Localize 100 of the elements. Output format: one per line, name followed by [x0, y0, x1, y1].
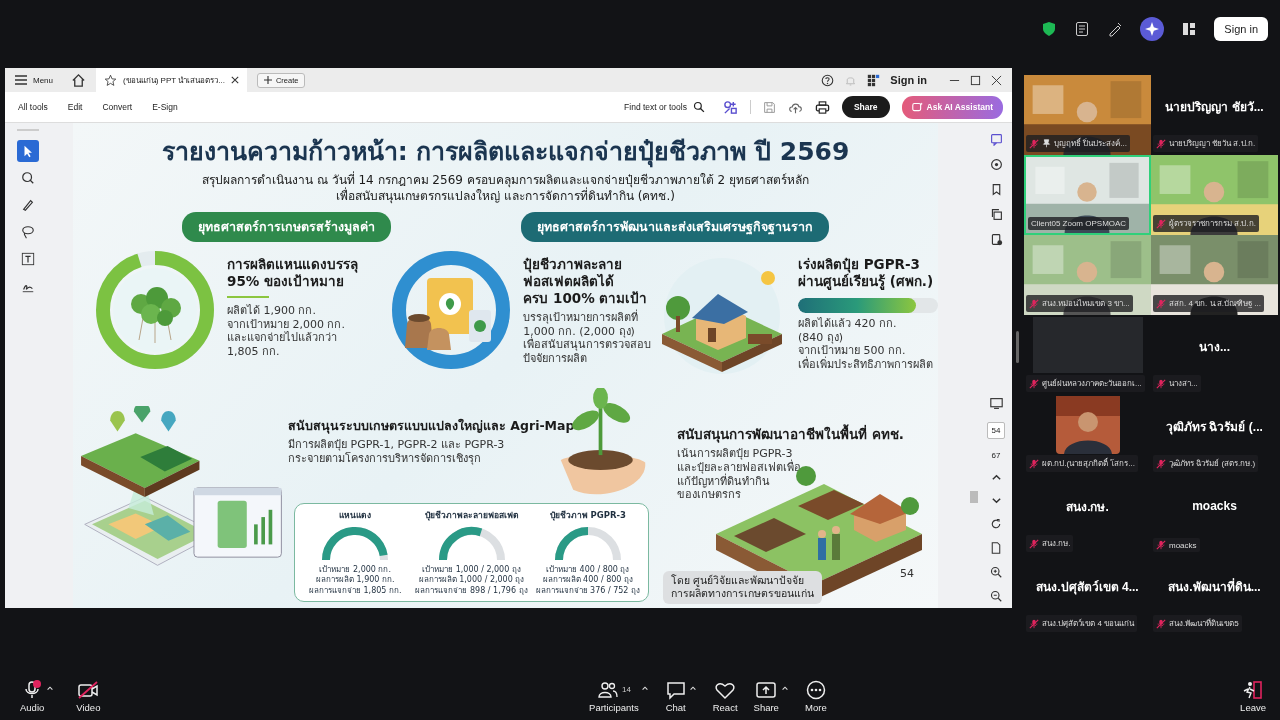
participant-label: moacks: [1169, 540, 1197, 550]
gauge-title: แหนแดง: [339, 508, 372, 522]
participant-name: สนง.พัฒนาที่ดิน...: [1168, 577, 1261, 596]
display-icon[interactable]: [989, 397, 1003, 410]
highlight-text: ผลิตได้แล้ว 420 กก. (840 ถุง) จากเป้าหมาย 500 กก. เพื่อเพิ่มประสิทธิภาพการผลิต: [798, 316, 934, 372]
help-icon[interactable]: [821, 73, 835, 87]
strategy-banner: ยุทธศาสตร์การเกษตรสร้างมูลค่า: [182, 212, 391, 243]
apps-icon[interactable]: [867, 73, 881, 87]
toolbar-menu-item[interactable]: Convert: [98, 102, 137, 112]
refresh-icon[interactable]: [990, 518, 1002, 530]
leave-button[interactable]: Leave: [1240, 679, 1266, 713]
page-count: 67: [991, 451, 1001, 460]
close-icon[interactable]: [991, 74, 1002, 86]
sign-in-button[interactable]: Sign in: [1214, 17, 1268, 41]
participant-label: นายปริญญา ชัยวัน ส.ป.ก.: [1169, 138, 1256, 150]
participant-tile[interactable]: สนง.หม่อนไหมเขต 3 ขา...: [1024, 235, 1151, 315]
text-box-icon: [21, 252, 35, 266]
chevron-up-icon[interactable]: [990, 472, 1002, 483]
search-icon: [21, 171, 35, 185]
plus-icon: [263, 76, 272, 84]
participant-count: 14: [621, 685, 631, 694]
highlight-heading: การผลิตแหนแดงบรรลุ 95% ของเป้าหมาย: [227, 256, 358, 290]
home-icon[interactable]: [71, 72, 86, 88]
participant-tile[interactable]: นาง... นางสา...: [1151, 315, 1278, 395]
participant-tile[interactable]: สนง.ปศุสัตว์เขต 4... สนง.ปศุสัตว์เขต 4 ขอนแก่น: [1024, 555, 1151, 635]
tools-icon[interactable]: [722, 99, 738, 115]
menu-button[interactable]: Menu: [15, 75, 53, 85]
participant-label: Client05 Zoom OPSMOAC: [1031, 219, 1127, 228]
highlight-heading: ปุ๋ยชีวภาพละลาย ฟอสเฟตผลิตได้ ครบ 100% ตามเป้า: [523, 256, 649, 307]
document-tab[interactable]: (ขอนแก่น) PPT นำเสนอตรว...: [96, 68, 247, 92]
copy-icon[interactable]: [989, 208, 1003, 221]
search-icon: [692, 101, 705, 113]
close-icon[interactable]: [230, 76, 239, 84]
participants-button[interactable]: 14 Participants: [589, 679, 639, 713]
chevron-down-icon[interactable]: [990, 495, 1002, 506]
highlight-heading: เร่งผลิตปุ๋ย PGPR-3 ผ่านศูนย์เรียนรู้ (ศพก.): [798, 256, 935, 290]
participant-tile[interactable]: สนง.พัฒนาที่ดิน... สนง.พัฒนาที่ดินเขต5: [1151, 555, 1278, 635]
participant-label: ศูนย์ฝนหลวงภาคตะวันออกเ...: [1042, 378, 1142, 390]
participant-tile[interactable]: ศูนย์ฝนหลวงภาคตะวันออกเ...: [1024, 315, 1151, 395]
share-button[interactable]: Share: [841, 96, 890, 118]
maximize-icon[interactable]: [970, 74, 981, 86]
program-text: มีการผลิตปุ๋ย PGPR-1, PGPR-2 และ PGPR-3 กระจายตามโครงการบริหารจัดการเชิงรุก: [288, 437, 506, 466]
star-icon[interactable]: [104, 73, 117, 87]
toolbar-menu-item[interactable]: Edit: [63, 102, 87, 112]
chat-button[interactable]: Chat: [664, 679, 687, 713]
share-button[interactable]: Share: [753, 679, 779, 713]
audio-button[interactable]: Audio: [20, 679, 45, 713]
layout-icon[interactable]: [1181, 21, 1198, 37]
react-button[interactable]: React: [712, 679, 738, 713]
shield-icon[interactable]: [1041, 21, 1058, 37]
ai-assistant-button[interactable]: Ask AI Assistant: [901, 95, 1003, 119]
sparkle-icon[interactable]: [1140, 17, 1165, 41]
select-tool[interactable]: [17, 140, 39, 162]
participant-label: นางสา...: [1169, 378, 1198, 390]
print-icon[interactable]: [814, 99, 830, 115]
participant-tile[interactable]: สสก. 4 ขก. น.ส.บัณฑิษฐ ...: [1151, 235, 1278, 315]
participant-name: นายปริญญา ชัยวั...: [1165, 98, 1264, 116]
slide-title: รายงานความก้าวหน้า: การผลิตและแจกจ่ายปุ๋ยชีวภาพ ปี 2569: [161, 136, 850, 170]
sign-in-link[interactable]: Sign in: [890, 74, 927, 86]
toolbar-menu-item[interactable]: E-Sign: [148, 102, 182, 112]
zoom-in-icon[interactable]: [990, 566, 1002, 578]
participant-tile[interactable]: Client05 Zoom OPSMOAC: [1024, 155, 1151, 235]
gauge: [320, 524, 391, 563]
participant-name: นาง...: [1199, 338, 1230, 356]
video-button[interactable]: Video: [76, 679, 101, 713]
pen-icon: [21, 198, 35, 212]
toolbar-menu-item[interactable]: All tools: [14, 102, 52, 112]
participant-tile[interactable]: บุญฤทธิ์ ปิ่นประสงค์...: [1024, 75, 1151, 155]
gauge: [436, 524, 507, 563]
sparkle-icon: [911, 101, 923, 113]
participant-label: วุฒิภัทร ฉิวรัมย์ (สตร.กษ.): [1169, 458, 1256, 470]
program-text: เน้นการผลิตปุ๋ย PGPR-3 และปุ๋ยละลายฟอสเฟตเพื่อ แก้ปัญหาที่ดินทำกิน ของเกษตรกร: [677, 447, 802, 503]
notes-icon[interactable]: [1074, 21, 1091, 37]
participant-label: สสก. 4 ขก. น.ส.บัณฑิษฐ ...: [1169, 298, 1261, 310]
participant-label: สนง.กษ.: [1042, 538, 1071, 550]
participant-tile[interactable]: ผู้ตรวจราชการกรม ส.ป.ก.: [1151, 155, 1278, 235]
participant-tile[interactable]: ผต.กป.(นายสุภกิตติ์ โสกร...: [1024, 395, 1151, 475]
participant-label: สนง.หม่อนไหมเขต 3 ขา...: [1042, 298, 1130, 310]
participant-tile[interactable]: วุฒิภัทร ฉิวรัมย์ (... วุฒิภัทร ฉิวรัมย์ (สตร.กษ.): [1151, 395, 1278, 475]
page-icon[interactable]: [990, 542, 1002, 554]
gauge-text: เป้าหมาย 400 / 800 ถุง ผลการผลิต 400 / 800 ถุง ผลการแจกจ่าย 376 / 752 ถุง: [535, 564, 640, 597]
find-button[interactable]: Find text or tools: [618, 100, 711, 114]
participant-name: สนง.กษ.: [1066, 498, 1109, 516]
page-number-field[interactable]: 54: [986, 422, 1006, 439]
pen-icon[interactable]: [1107, 21, 1124, 37]
zoom-out-icon[interactable]: [990, 590, 1002, 602]
panel-resize-handle[interactable]: [1016, 331, 1019, 363]
participant-label: สนง.ปศุสัตว์เขต 4 ขอนแก่น: [1042, 618, 1135, 630]
comment-icon[interactable]: [989, 133, 1003, 146]
strategy-banner: ยุทธศาสตร์การพัฒนาและส่งเสริมเศรษฐกิจฐานราก: [521, 212, 829, 243]
menu-icon: [15, 75, 27, 85]
participant-tile[interactable]: นายปริญญา ชัยวั... นายปริญญา ชัยวัน ส.ป.ก.: [1151, 75, 1278, 155]
scrollbar-thumb[interactable]: [970, 491, 978, 503]
gauge-text: เป้าหมาย 1,000 / 2,000 ถุง ผลการผลิต 1,000 / 2,000 ถุง ผลการแจกจ่าย 898 / 1,796 ถุง: [415, 564, 528, 597]
slide-page-number: 54: [900, 567, 914, 580]
more-button[interactable]: More: [804, 679, 827, 713]
participant-tile[interactable]: moacks moacks: [1151, 475, 1278, 555]
gauge-text: เป้าหมาย 2,000 กก. ผลการผลิต 1,900 กก. ผลการแจกจ่าย 1,805 กก.: [308, 564, 402, 597]
participant-tile[interactable]: สนง.กษ. สนง.กษ.: [1024, 475, 1151, 555]
participant-name: สนง.ปศุสัตว์เขต 4...: [1036, 578, 1139, 596]
